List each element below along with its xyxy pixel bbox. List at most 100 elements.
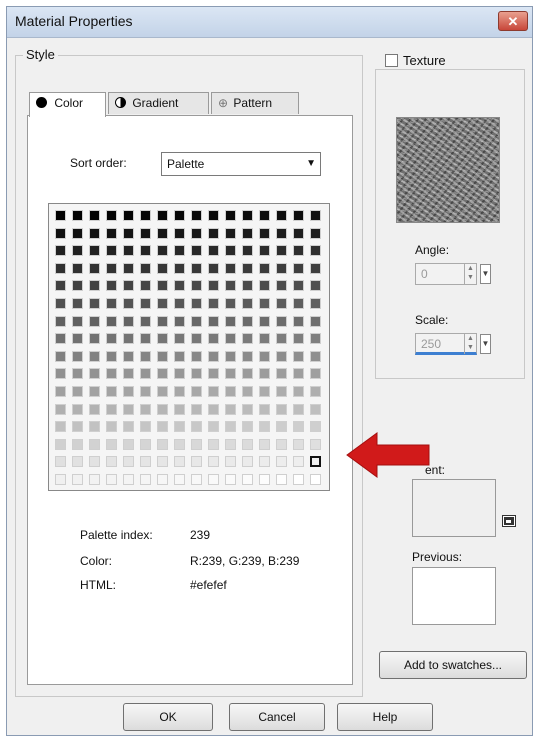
palette-swatch[interactable]: [225, 456, 236, 468]
palette-swatch[interactable]: [72, 210, 83, 221]
palette-swatch[interactable]: [310, 227, 321, 239]
scale-dropdown-button[interactable]: ▼: [480, 334, 491, 354]
palette-swatch[interactable]: [293, 210, 304, 221]
palette-swatch[interactable]: [259, 280, 270, 292]
current-color-preview[interactable]: [412, 479, 496, 537]
palette-swatch[interactable]: [55, 280, 66, 292]
palette-swatch[interactable]: [106, 245, 117, 257]
palette-swatch[interactable]: [276, 474, 287, 485]
palette-swatch[interactable]: [106, 227, 117, 239]
palette-swatch[interactable]: [123, 333, 134, 345]
palette-swatch[interactable]: [191, 227, 202, 239]
palette-swatch[interactable]: [89, 262, 100, 274]
palette-swatch[interactable]: [276, 350, 287, 362]
palette-swatch[interactable]: [208, 333, 219, 345]
palette-swatch[interactable]: [140, 280, 151, 292]
palette-swatch[interactable]: [123, 262, 134, 274]
palette-swatch[interactable]: [191, 474, 202, 485]
palette-swatch[interactable]: [225, 315, 236, 327]
palette-swatch[interactable]: [242, 350, 253, 362]
palette-swatch[interactable]: [123, 315, 134, 327]
palette-swatch[interactable]: [140, 262, 151, 274]
palette-swatch[interactable]: [310, 403, 321, 415]
palette-swatch[interactable]: [157, 386, 168, 397]
palette-swatch[interactable]: [157, 438, 168, 450]
palette-swatch[interactable]: [55, 298, 66, 309]
palette-swatch[interactable]: [123, 438, 134, 450]
title-bar[interactable]: Material Properties ✕: [7, 7, 532, 38]
palette-swatch[interactable]: [310, 333, 321, 345]
palette-swatch[interactable]: [276, 280, 287, 292]
palette-swatch[interactable]: [174, 421, 185, 433]
palette-swatch[interactable]: [123, 350, 134, 362]
palette-swatch[interactable]: [191, 245, 202, 257]
palette-swatch[interactable]: [157, 280, 168, 292]
palette-swatch[interactable]: [174, 333, 185, 345]
palette-swatch[interactable]: [89, 386, 100, 397]
palette-swatch[interactable]: [293, 403, 304, 415]
palette-swatch[interactable]: [157, 245, 168, 257]
palette-swatch[interactable]: [225, 298, 236, 309]
palette-swatch[interactable]: [242, 227, 253, 239]
palette-swatch[interactable]: [174, 245, 185, 257]
palette-swatch[interactable]: [106, 280, 117, 292]
palette-swatch[interactable]: [310, 210, 321, 221]
palette-swatch[interactable]: [259, 474, 270, 485]
palette-swatch[interactable]: [208, 350, 219, 362]
palette-swatch[interactable]: [106, 368, 117, 380]
palette-swatch[interactable]: [72, 386, 83, 397]
palette-swatch[interactable]: [55, 386, 66, 397]
sort-order-select[interactable]: Palette ▼: [161, 152, 321, 176]
palette-swatch[interactable]: [140, 333, 151, 345]
palette-swatch[interactable]: [140, 386, 151, 397]
palette-swatch[interactable]: [106, 421, 117, 433]
palette-swatch[interactable]: [208, 386, 219, 397]
palette-swatch[interactable]: [89, 298, 100, 309]
palette-swatch[interactable]: [293, 474, 304, 485]
palette-swatch[interactable]: [123, 280, 134, 292]
palette-swatch[interactable]: [242, 298, 253, 309]
palette-swatch[interactable]: [259, 210, 270, 221]
palette-swatch[interactable]: [174, 262, 185, 274]
palette-swatch[interactable]: [276, 262, 287, 274]
palette-swatch[interactable]: [157, 298, 168, 309]
palette-swatch[interactable]: [140, 350, 151, 362]
ok-button[interactable]: OK: [123, 703, 213, 731]
palette-swatch[interactable]: [276, 403, 287, 415]
palette-swatch[interactable]: [55, 210, 66, 221]
palette-swatch[interactable]: [242, 210, 253, 221]
palette-swatch[interactable]: [310, 438, 321, 450]
palette-swatch[interactable]: [55, 262, 66, 274]
palette-swatch[interactable]: [259, 245, 270, 257]
palette-swatch[interactable]: [242, 333, 253, 345]
palette-swatch[interactable]: [208, 474, 219, 485]
palette-swatch[interactable]: [276, 210, 287, 221]
palette-swatch[interactable]: [259, 438, 270, 450]
palette-swatch[interactable]: [276, 245, 287, 257]
palette-swatch[interactable]: [208, 280, 219, 292]
angle-dropdown-button[interactable]: ▼: [480, 264, 491, 284]
palette-swatch[interactable]: [89, 227, 100, 239]
palette-swatch[interactable]: [242, 438, 253, 450]
palette-swatch[interactable]: [225, 333, 236, 345]
palette-swatch[interactable]: [55, 245, 66, 257]
palette-swatch[interactable]: [259, 315, 270, 327]
palette-swatch[interactable]: [310, 421, 321, 433]
palette-swatch[interactable]: [157, 333, 168, 345]
palette-swatch[interactable]: [191, 421, 202, 433]
palette-swatch[interactable]: [157, 403, 168, 415]
swap-colors-icon[interactable]: [502, 515, 516, 527]
palette-swatch[interactable]: [123, 227, 134, 239]
palette-swatch[interactable]: [123, 368, 134, 380]
palette-swatch[interactable]: [72, 403, 83, 415]
palette-swatch[interactable]: [191, 210, 202, 221]
palette-swatch[interactable]: [276, 227, 287, 239]
palette-swatch[interactable]: [72, 227, 83, 239]
palette-swatch[interactable]: [293, 245, 304, 257]
tab-gradient[interactable]: Gradient: [108, 92, 209, 114]
palette-swatch[interactable]: [106, 210, 117, 221]
palette-swatch[interactable]: [123, 245, 134, 257]
palette-swatch[interactable]: [140, 227, 151, 239]
spin-arrows-icon[interactable]: ▲ ▼: [464, 334, 476, 354]
palette-swatch[interactable]: [259, 262, 270, 274]
